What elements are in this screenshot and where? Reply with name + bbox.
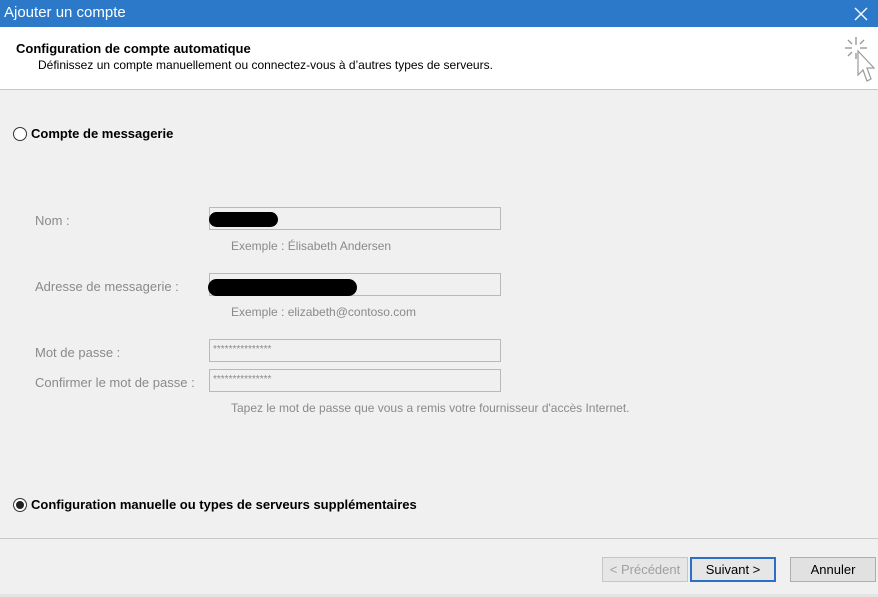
email-account-label: Compte de messagerie — [31, 126, 174, 141]
redaction-mark — [209, 212, 278, 227]
redaction-mark — [208, 279, 357, 296]
window-title: Ajouter un compte — [4, 4, 126, 21]
confirm-password-field[interactable]: *************** — [209, 369, 501, 392]
email-hint: Exemple : elizabeth@contoso.com — [231, 305, 416, 319]
footer-divider — [0, 538, 878, 539]
manual-config-label: Configuration manuelle ou types de serve… — [31, 497, 417, 512]
password-hint: Tapez le mot de passe que vous a remis v… — [231, 401, 630, 415]
password-field[interactable]: *************** — [209, 339, 501, 362]
email-account-radio[interactable] — [13, 126, 27, 141]
previous-button[interactable]: < Précédent — [602, 557, 688, 582]
confirm-password-label: Confirmer le mot de passe : — [35, 375, 195, 390]
name-hint: Exemple : Élisabeth Andersen — [231, 239, 392, 253]
header-title: Configuration de compte automatique — [16, 41, 251, 56]
next-button[interactable]: Suivant > — [690, 557, 776, 582]
close-icon — [854, 7, 868, 20]
password-label: Mot de passe : — [35, 345, 121, 360]
name-label: Nom : — [35, 213, 70, 228]
header-subtitle: Définissez un compte manuellement ou con… — [38, 58, 493, 72]
dialog-header: Configuration de compte automatique Défi… — [0, 27, 878, 90]
manual-config-radio[interactable] — [13, 497, 27, 512]
cancel-button[interactable]: Annuler — [790, 557, 876, 582]
title-bar: Ajouter un compte — [0, 0, 878, 27]
close-button[interactable] — [844, 0, 878, 27]
email-account-option[interactable]: Compte de messagerie — [13, 126, 173, 141]
wand-cursor-icon — [845, 37, 876, 82]
email-label: Adresse de messagerie : — [35, 279, 179, 294]
manual-config-option[interactable]: Configuration manuelle ou types de serve… — [13, 497, 417, 512]
